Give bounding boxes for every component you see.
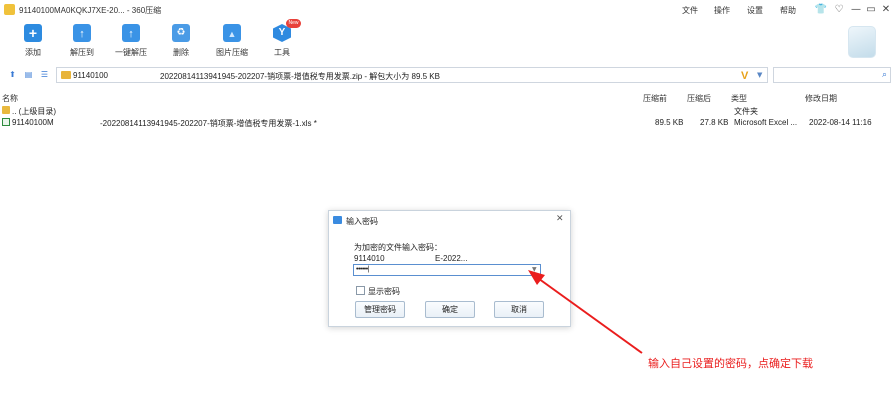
menu-help[interactable]: 帮助 — [780, 5, 796, 16]
one-click-extract-icon — [122, 24, 140, 43]
column-name[interactable]: 名称 — [2, 93, 18, 104]
row-type: Microsoft Excel ... — [734, 118, 798, 127]
column-modified[interactable]: 修改日期 — [805, 93, 837, 104]
extract-to-icon — [73, 24, 91, 43]
tools-button[interactable]: 工具 — [259, 24, 305, 58]
menu-file[interactable]: 文件 — [682, 5, 698, 16]
address-row: ⬆ ▤ ☰ 91140100 20220814113941945-202207-… — [0, 65, 894, 85]
skin-icon[interactable]: 👕 — [814, 3, 828, 17]
dialog-prompt: 为加密的文件输入密码： — [354, 243, 442, 252]
one-click-extract-label: 一键解压 — [115, 48, 147, 57]
extract-to-label: 解压到 — [70, 48, 94, 57]
row-size-after: 27.8 KB — [700, 118, 729, 127]
menu-settings[interactable]: 设置 — [747, 5, 763, 16]
logo-icon — [848, 26, 876, 58]
list-view-icon[interactable]: ☰ — [40, 70, 49, 79]
password-dialog: 输入密码 ✕ 为加密的文件输入密码： 9114010 E-2022... •••… — [328, 210, 571, 327]
delete-icon — [172, 24, 190, 42]
maximize-icon[interactable]: ▭ — [864, 3, 878, 17]
dialog-filename-suffix: E-2022... — [435, 254, 468, 263]
row-name-prefix: 91140100M — [12, 118, 54, 127]
menu-operation[interactable]: 操作 — [714, 5, 730, 16]
address-path: 20220814113941945-202207-销项票-增值税专用发票.zip… — [160, 72, 440, 81]
tools-label: 工具 — [274, 48, 290, 57]
column-size-before[interactable]: 压缩前 — [643, 93, 667, 104]
annotation-text: 输入自己设置的密码，点确定下载 — [648, 358, 813, 370]
chevron-down-icon[interactable]: ▼ — [757, 71, 762, 79]
delete-label: 删除 — [173, 48, 189, 57]
toolbar: 添加 解压到 一键解压 删除 图片压缩 工具 — [0, 20, 894, 64]
column-size-after[interactable]: 压缩后 — [687, 93, 711, 104]
v-icon[interactable]: V — [741, 70, 748, 82]
one-click-extract-button[interactable]: 一键解压 — [108, 24, 154, 58]
dialog-icon — [333, 216, 342, 224]
dialog-close-icon[interactable]: ✕ — [556, 214, 564, 224]
table-row[interactable]: 91140100M -20220814113941945-202207-销项票-… — [0, 118, 894, 128]
add-icon — [24, 24, 42, 42]
dialog-title: 输入密码 — [346, 217, 378, 226]
manage-password-button[interactable]: 管理密码 — [355, 301, 405, 318]
app-icon — [4, 4, 15, 15]
address-path-prefix: 91140100 — [73, 71, 108, 80]
show-password-checkbox[interactable] — [356, 286, 365, 295]
minimize-icon[interactable]: — — [849, 3, 863, 17]
row-name: -20220814113941945-202207-销项票-增值税专用发票-1.… — [100, 119, 317, 128]
new-badge: New — [286, 19, 301, 28]
table-row[interactable]: .. (上级目录) 文件夹 — [0, 106, 894, 116]
extract-to-button[interactable]: 解压到 — [59, 24, 105, 58]
add-label: 添加 — [25, 48, 41, 57]
favorite-icon[interactable]: ♡ — [832, 3, 846, 17]
address-bar[interactable]: 91140100 20220814113941945-202207-销项票-增值… — [56, 67, 768, 83]
column-type[interactable]: 类型 — [731, 93, 747, 104]
chevron-down-icon[interactable]: ▼ — [532, 266, 537, 273]
dialog-title-bar: 输入密码 ✕ — [329, 211, 570, 229]
ok-button[interactable]: 确定 — [425, 301, 475, 318]
image-compress-button[interactable]: 图片压缩 — [209, 24, 255, 58]
row-modified: 2022-08-14 11:16 — [809, 118, 872, 127]
image-compress-label: 图片压缩 — [216, 48, 248, 57]
search-input[interactable]: ⌕ — [773, 67, 891, 83]
image-compress-icon — [223, 24, 241, 43]
dialog-filename-prefix: 9114010 — [354, 254, 385, 263]
add-button[interactable]: 添加 — [10, 24, 56, 58]
view-icon[interactable]: ▤ — [24, 70, 33, 79]
row-type: 文件夹 — [734, 107, 758, 116]
search-icon[interactable]: ⌕ — [882, 70, 887, 80]
row-size-before: 89.5 KB — [655, 118, 684, 127]
cancel-button[interactable]: 取消 — [494, 301, 544, 318]
delete-button[interactable]: 删除 — [158, 24, 204, 58]
show-password-label[interactable]: 显示密码 — [368, 286, 400, 297]
window-title: 91140100MA0KQKJ7XE-20... - 360压缩 — [19, 6, 162, 15]
password-input[interactable]: ••••••| — [353, 264, 541, 276]
row-name: .. (上级目录) — [12, 107, 56, 116]
title-bar: 91140100MA0KQKJ7XE-20... - 360压缩 文件 操作 设… — [0, 0, 894, 20]
zip-icon — [61, 71, 71, 79]
close-icon[interactable]: ✕ — [879, 3, 893, 17]
up-arrow-icon[interactable]: ⬆ — [8, 70, 17, 79]
